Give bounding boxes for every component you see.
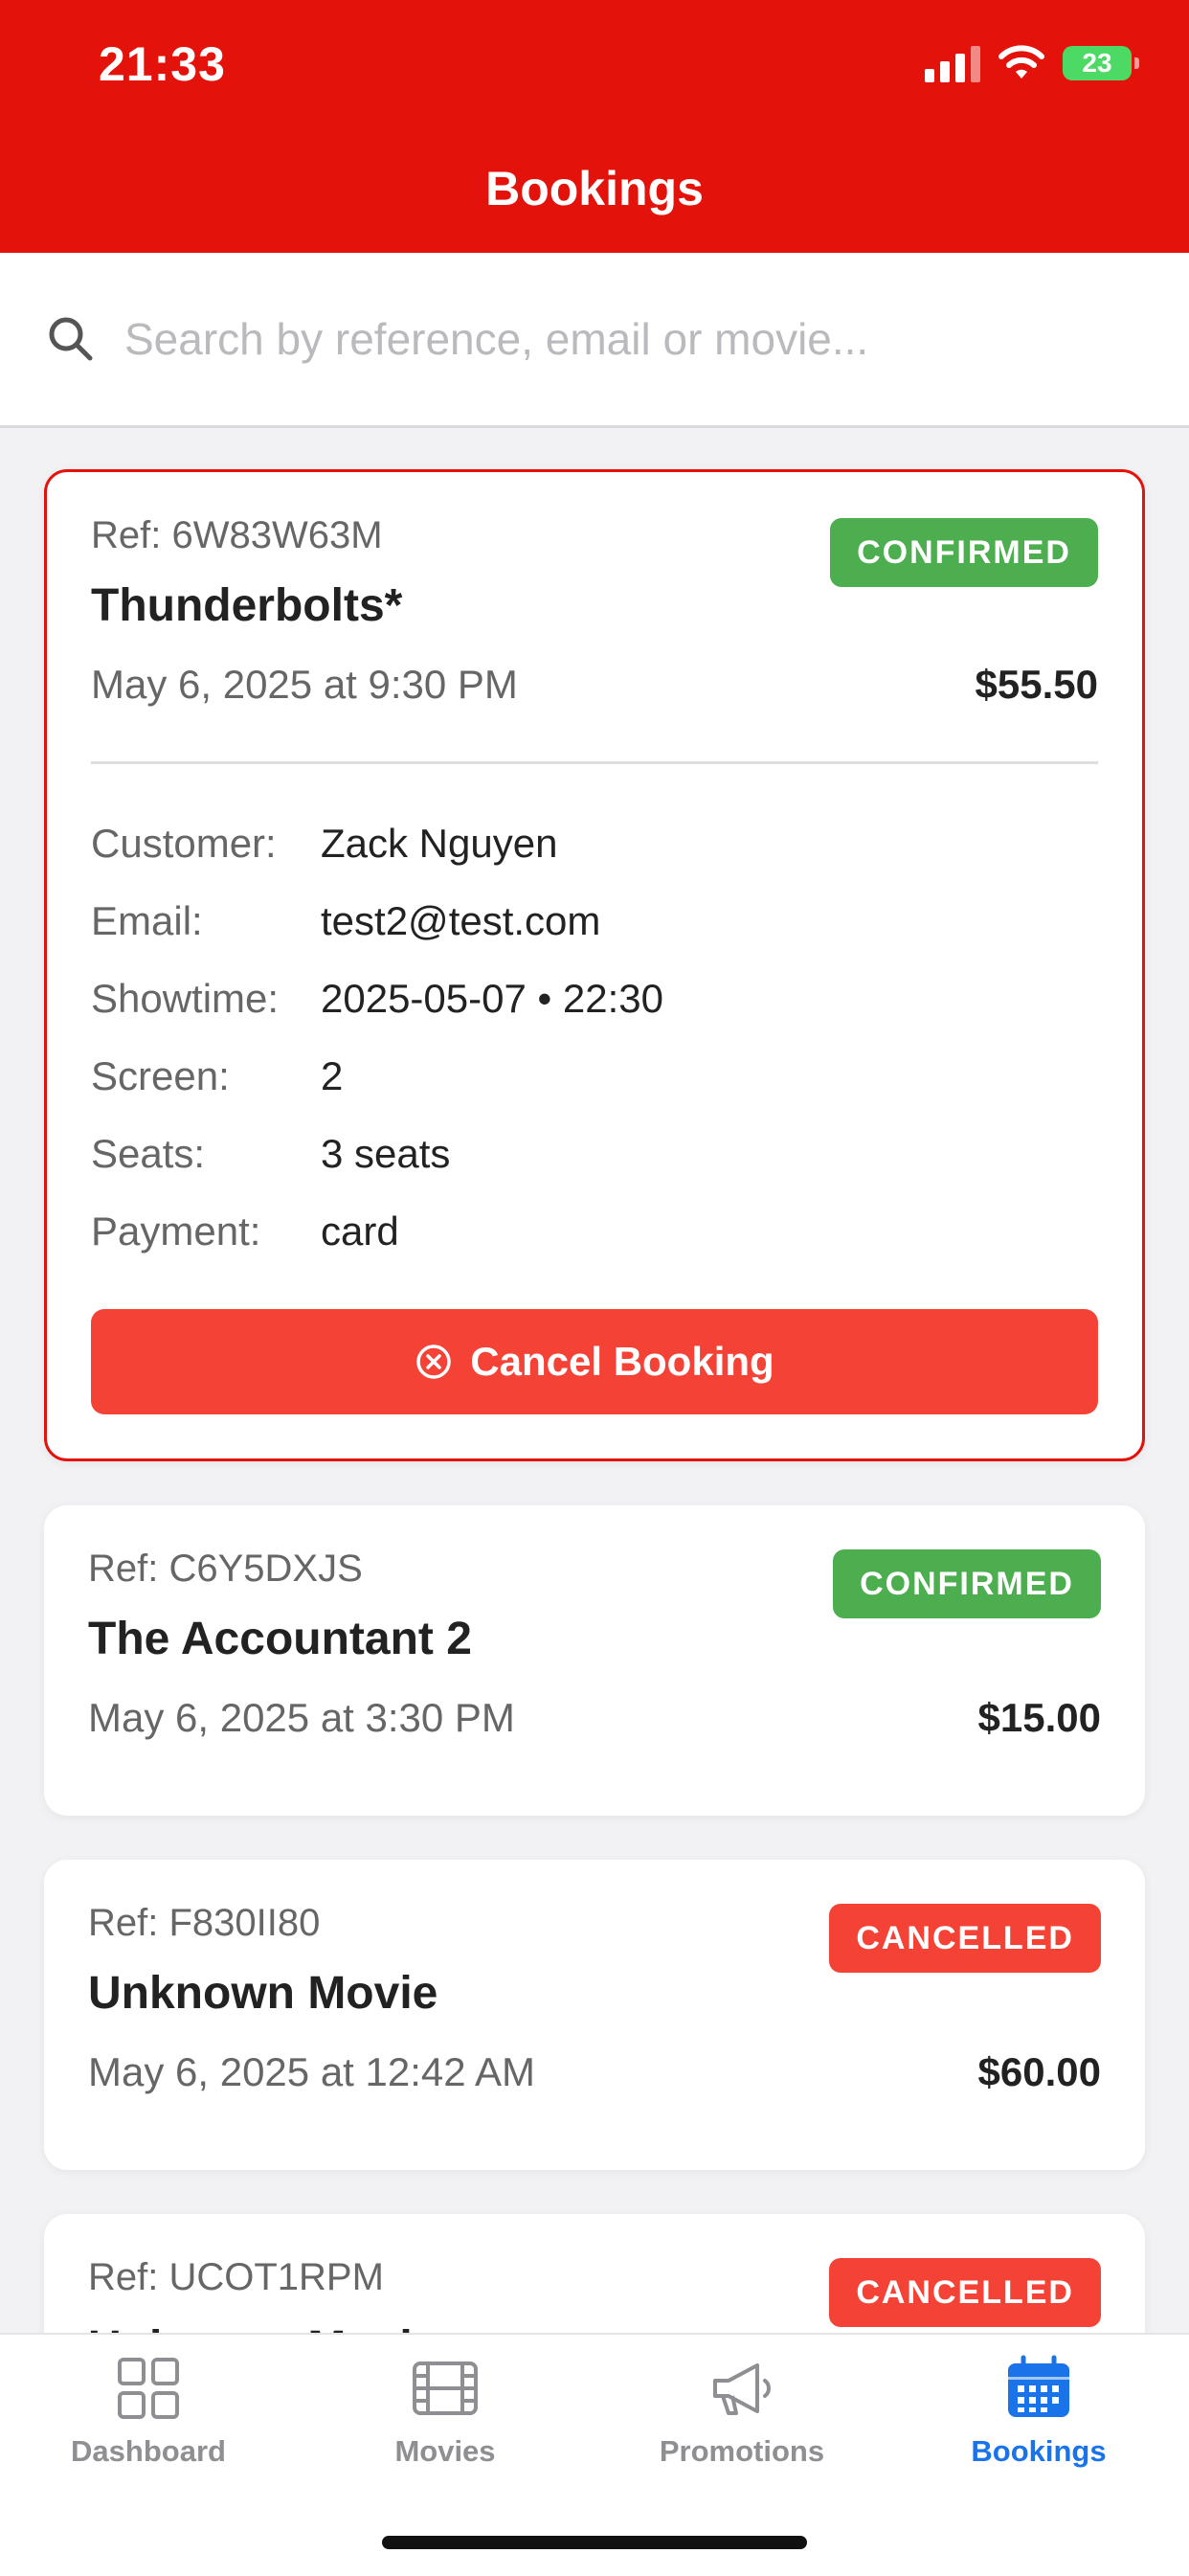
status-time: 21:33	[99, 37, 226, 91]
battery-level: 23	[1082, 48, 1112, 78]
home-indicator[interactable]	[382, 2536, 807, 2549]
movie-title: The Accountant 2	[88, 1614, 472, 1664]
movie-title: Thunderbolts*	[91, 580, 403, 631]
status-badge: CONFIRMED	[833, 1549, 1101, 1618]
tab-label: Dashboard	[71, 2434, 226, 2468]
booking-datetime: May 6, 2025 at 12:42 AM	[88, 2049, 535, 2094]
detail-value: 2025-05-07 • 22:30	[321, 976, 663, 1021]
detail-label: Showtime:	[91, 976, 280, 1021]
booking-ref: Ref: UCOT1RPM	[88, 2256, 384, 2298]
detail-value: Zack Nguyen	[321, 821, 558, 866]
cancel-booking-label: Cancel Booking	[470, 1339, 774, 1384]
detail-row-customer: Customer: Zack Nguyen	[91, 815, 557, 872]
tab-movies[interactable]: Movies	[297, 2354, 594, 2469]
grid-icon	[118, 2358, 179, 2419]
booking-card[interactable]: Ref: F830II80 CANCELLED Unknown Movie Ma…	[44, 1860, 1145, 2170]
tab-label: Movies	[394, 2434, 496, 2468]
detail-label: Seats:	[91, 1131, 206, 1176]
film-icon	[413, 2361, 478, 2415]
calendar-icon	[1008, 2355, 1069, 2417]
app-header: 21:33 23 Bookings	[0, 0, 1189, 253]
cancel-booking-button[interactable]: Cancel Booking	[91, 1309, 1098, 1414]
detail-row-seats: Seats: 3 seats	[91, 1125, 450, 1183]
search-input[interactable]	[123, 312, 1084, 366]
booking-datetime: May 6, 2025 at 9:30 PM	[91, 662, 518, 707]
status-badge: CANCELLED	[829, 2258, 1101, 2327]
detail-value: card	[321, 1209, 399, 1254]
tab-promotions[interactable]: Promotions	[594, 2354, 890, 2469]
movie-title: Unknown Movie	[88, 1968, 438, 2019]
detail-value: test2@test.com	[321, 898, 601, 943]
search-bar	[0, 253, 1189, 428]
detail-label: Email:	[91, 898, 203, 943]
cancel-circle-icon	[416, 1344, 452, 1379]
booking-price: $55.50	[975, 662, 1098, 707]
battery-icon: 23	[1063, 46, 1139, 80]
tab-label: Bookings	[971, 2434, 1107, 2468]
divider	[91, 761, 1098, 764]
detail-label: Customer:	[91, 821, 277, 866]
wifi-icon	[998, 45, 1044, 79]
megaphone-icon	[713, 2363, 771, 2415]
tab-bar: Dashboard Movies Promotions Bookings	[0, 2333, 1189, 2576]
detail-row-screen: Screen: 2	[91, 1048, 343, 1105]
booking-card[interactable]: Ref: C6Y5DXJS CONFIRMED The Accountant 2…	[44, 1505, 1145, 1816]
status-badge: CONFIRMED	[830, 518, 1098, 587]
status-icons: 23	[925, 42, 1139, 84]
page-title: Bookings	[485, 162, 704, 215]
booking-datetime: May 6, 2025 at 3:30 PM	[88, 1695, 515, 1740]
booking-ref: Ref: 6W83W63M	[91, 514, 383, 556]
booking-card[interactable]: Ref: 6W83W63M CONFIRMED Thunderbolts* Ma…	[44, 469, 1145, 1461]
search-icon	[49, 317, 93, 361]
detail-row-email: Email: test2@test.com	[91, 893, 600, 950]
tab-dashboard[interactable]: Dashboard	[0, 2354, 297, 2469]
tab-bookings[interactable]: Bookings	[890, 2354, 1187, 2469]
detail-row-showtime: Showtime: 2025-05-07 • 22:30	[91, 970, 663, 1028]
detail-label: Screen:	[91, 1053, 230, 1098]
booking-ref: Ref: F830II80	[88, 1902, 321, 1944]
detail-value: 3 seats	[321, 1131, 451, 1176]
detail-value: 2	[321, 1053, 344, 1098]
tab-label: Promotions	[659, 2434, 825, 2468]
detail-label: Payment:	[91, 1209, 261, 1254]
signal-icon	[925, 44, 980, 82]
booking-price: $15.00	[977, 1695, 1101, 1740]
detail-row-payment: Payment: card	[91, 1203, 399, 1260]
booking-ref: Ref: C6Y5DXJS	[88, 1548, 363, 1590]
status-badge: CANCELLED	[829, 1904, 1101, 1973]
booking-price: $60.00	[977, 2049, 1101, 2094]
